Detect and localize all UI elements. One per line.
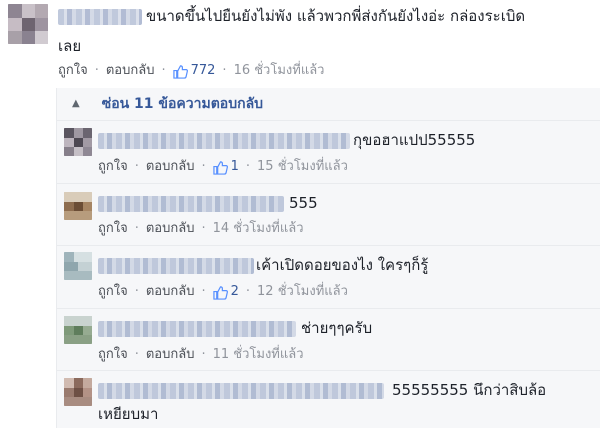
reply-link[interactable]: ตอบกลับ [146, 283, 195, 301]
like-count[interactable]: 2 [212, 283, 239, 301]
divider [56, 245, 600, 246]
divider [56, 120, 600, 121]
separator-dot: · [201, 221, 206, 236]
reply-timestamp[interactable]: 14 ชั่วโมงที่แล้ว [213, 220, 304, 238]
reply-text-line2: เหยียบมา [98, 405, 159, 423]
separator-dot: · [134, 159, 139, 174]
reply-link[interactable]: ตอบกลับ [146, 346, 195, 364]
avatar[interactable] [64, 192, 92, 220]
like-link[interactable]: ถูกใจ [98, 158, 128, 176]
reply-text: 555 [289, 194, 318, 212]
separator-dot: · [222, 63, 227, 78]
like-count[interactable]: 1 [212, 158, 239, 176]
author-name-blurred[interactable] [58, 9, 142, 25]
thumbs-up-icon [172, 64, 188, 79]
separator-dot: · [134, 221, 139, 236]
reply-link[interactable]: ตอบกลับ [146, 158, 195, 176]
separator-dot: · [201, 347, 206, 362]
avatar[interactable] [8, 4, 48, 44]
divider [56, 183, 600, 184]
reply-text: 55555555 นึกว่าสิบล้อ [392, 381, 547, 399]
reply-text: ช่ายๆๆครับ [301, 319, 373, 337]
separator-dot: · [201, 159, 206, 174]
divider [56, 370, 600, 371]
reply-link[interactable]: ตอบกลับ [146, 220, 195, 238]
like-link[interactable]: ถูกใจ [98, 283, 128, 301]
reply-timestamp[interactable]: 11 ชั่วโมงที่แล้ว [213, 346, 304, 364]
hide-replies-link[interactable]: ▲ ซ่อน 11 ข้อความตอบกลับ [72, 95, 263, 113]
separator-dot: · [161, 63, 166, 78]
reply-timestamp[interactable]: 15 ชั่วโมงที่แล้ว [257, 158, 348, 176]
reply-link[interactable]: ตอบกลับ [106, 62, 155, 80]
separator-dot: · [245, 159, 251, 174]
author-name-blurred[interactable] [98, 321, 296, 337]
comment-text-line2: เลย [58, 37, 82, 55]
reply-actions: ถูกใจ · ตอบกลับ · 2 · 12 ชั่วโมงที่แล้ว [98, 283, 348, 301]
reply-actions: ถูกใจ · ตอบกลับ · 1 · 15 ชั่วโมงที่แล้ว [98, 158, 348, 176]
reply-text: กุขอฮาแปป55555 [353, 131, 476, 149]
avatar[interactable] [64, 128, 92, 156]
hide-replies-label: ซ่อน 11 ข้อความตอบกลับ [101, 96, 264, 112]
comment-text: ขนาดขึ้นไปยืนยังไม่พัง แล้วพวกพี่ส่งกันย… [146, 7, 526, 25]
reply-actions: ถูกใจ · ตอบกลับ · 14 ชั่วโมงที่แล้ว [98, 220, 304, 238]
caret-up-icon: ▲ [72, 98, 80, 109]
separator-dot: · [94, 63, 99, 78]
author-name-blurred[interactable] [98, 383, 384, 399]
author-name-blurred[interactable] [98, 258, 254, 274]
thumbs-up-icon [212, 160, 228, 175]
like-link[interactable]: ถูกใจ [98, 346, 128, 364]
like-link[interactable]: ถูกใจ [98, 220, 128, 238]
like-count-number: 772 [190, 63, 216, 78]
like-link[interactable]: ถูกใจ [58, 62, 88, 80]
divider [56, 308, 600, 309]
separator-dot: · [245, 284, 251, 299]
avatar[interactable] [64, 316, 92, 344]
reply-actions: ถูกใจ · ตอบกลับ · 11 ชั่วโมงที่แล้ว [98, 346, 304, 364]
author-name-blurred[interactable] [98, 196, 284, 212]
avatar[interactable] [64, 378, 92, 406]
reply-timestamp[interactable]: 12 ชั่วโมงที่แล้ว [257, 283, 348, 301]
like-count-number: 1 [230, 159, 239, 174]
avatar[interactable] [64, 252, 92, 280]
separator-dot: · [134, 284, 139, 299]
like-count-number: 2 [230, 284, 239, 299]
separator-dot: · [134, 347, 139, 362]
thumbs-up-icon [212, 285, 228, 300]
separator-dot: · [201, 284, 206, 299]
author-name-blurred[interactable] [98, 133, 350, 149]
reply-text: เค้าเปิดดอยของไง ใครๆก็รู้ [256, 256, 429, 274]
comment-actions: ถูกใจ · ตอบกลับ · 772 · 16 ชั่วโมงที่แล้… [58, 62, 324, 80]
like-count[interactable]: 772 [172, 62, 216, 80]
comment-timestamp[interactable]: 16 ชั่วโมงที่แล้ว [234, 62, 325, 80]
